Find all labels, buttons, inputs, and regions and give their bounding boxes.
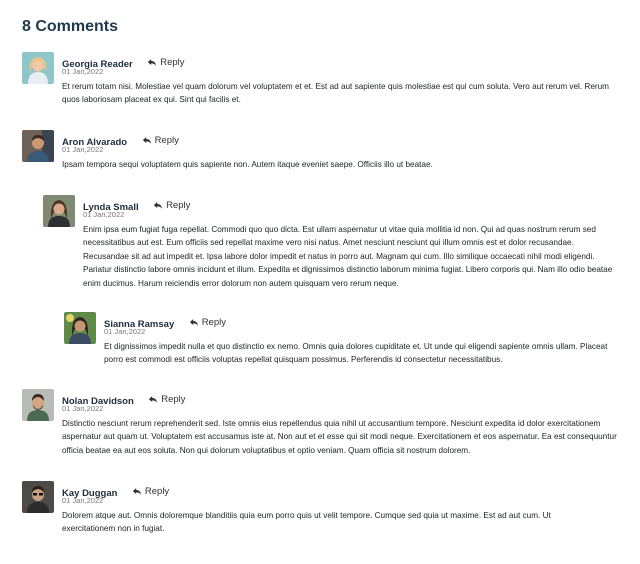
reply-button[interactable]: Reply <box>132 486 169 497</box>
comment-kay-duggan: Kay Duggan Reply 01 Jan,2022 Dolorem atq… <box>22 481 622 541</box>
comment-georgia-reader: Georgia Reader Reply 01 Jan,2022 Et reru… <box>22 52 622 108</box>
reply-icon <box>132 488 142 495</box>
comment-aron-alvarado: Aron Alvarado Reply 01 Jan,2022 Ipsam te… <box>22 130 622 174</box>
comment-text: Ipsam tempora sequi voluptatem quis sapi… <box>62 160 433 169</box>
comment-date: 01 Jan,2022 <box>62 67 104 76</box>
avatar <box>22 389 54 421</box>
reply-button[interactable]: Reply <box>148 394 186 405</box>
comment-date: 01 Jan,2022 <box>83 210 125 219</box>
reply-button[interactable]: Reply <box>147 57 185 68</box>
reply-icon <box>149 396 158 403</box>
reply-label: Reply <box>161 394 186 405</box>
reply-label: Reply <box>154 135 179 146</box>
comment-text: Dolorem atque aut. Omnis doloremque blan… <box>62 511 551 534</box>
reply-label: Reply <box>166 200 191 211</box>
comment-date: 01 Jan,2022 <box>62 145 104 154</box>
avatar <box>64 312 96 344</box>
reply-label: Reply <box>144 486 170 497</box>
comment-date: 01 Jan,2022 <box>104 327 146 336</box>
avatar <box>22 130 54 162</box>
comments-heading: 8 Comments <box>22 18 119 35</box>
comment-date: 01 Jan,2022 <box>62 404 104 413</box>
avatar <box>22 52 54 84</box>
reply-label: Reply <box>160 57 185 68</box>
reply-button[interactable]: Reply <box>142 135 179 146</box>
comment-text: Enim ipsa eum fugiat fuga repellat. Comm… <box>83 225 613 288</box>
reply-icon <box>153 202 163 209</box>
reply-icon <box>148 59 157 66</box>
reply-icon <box>142 137 151 144</box>
comment-text: Distinctio nesciunt rerum reprehenderit … <box>62 419 617 455</box>
reply-button[interactable]: Reply <box>189 317 226 328</box>
reply-icon <box>189 319 198 326</box>
reply-label: Reply <box>201 317 226 328</box>
comment-date: 01 Jan,2022 <box>62 496 104 505</box>
avatar <box>22 481 54 513</box>
comment-text: Et dignissimos impedit nulla et quo dist… <box>104 342 608 365</box>
comment-nolan-davidson: Nolan Davidson Reply 01 Jan,2022 Distinc… <box>22 389 622 461</box>
avatar <box>43 195 75 227</box>
reply-button[interactable]: Reply <box>153 200 190 211</box>
comment-sianna-ramsay: Sianna Ramsay Reply 01 Jan,2022 Et digni… <box>64 312 624 372</box>
comment-text: Et rerum totam nisi. Molestiae vel quam … <box>62 82 609 105</box>
comment-lynda-small: Lynda Small Reply 01 Jan,2022 Enim ipsa … <box>43 195 623 295</box>
